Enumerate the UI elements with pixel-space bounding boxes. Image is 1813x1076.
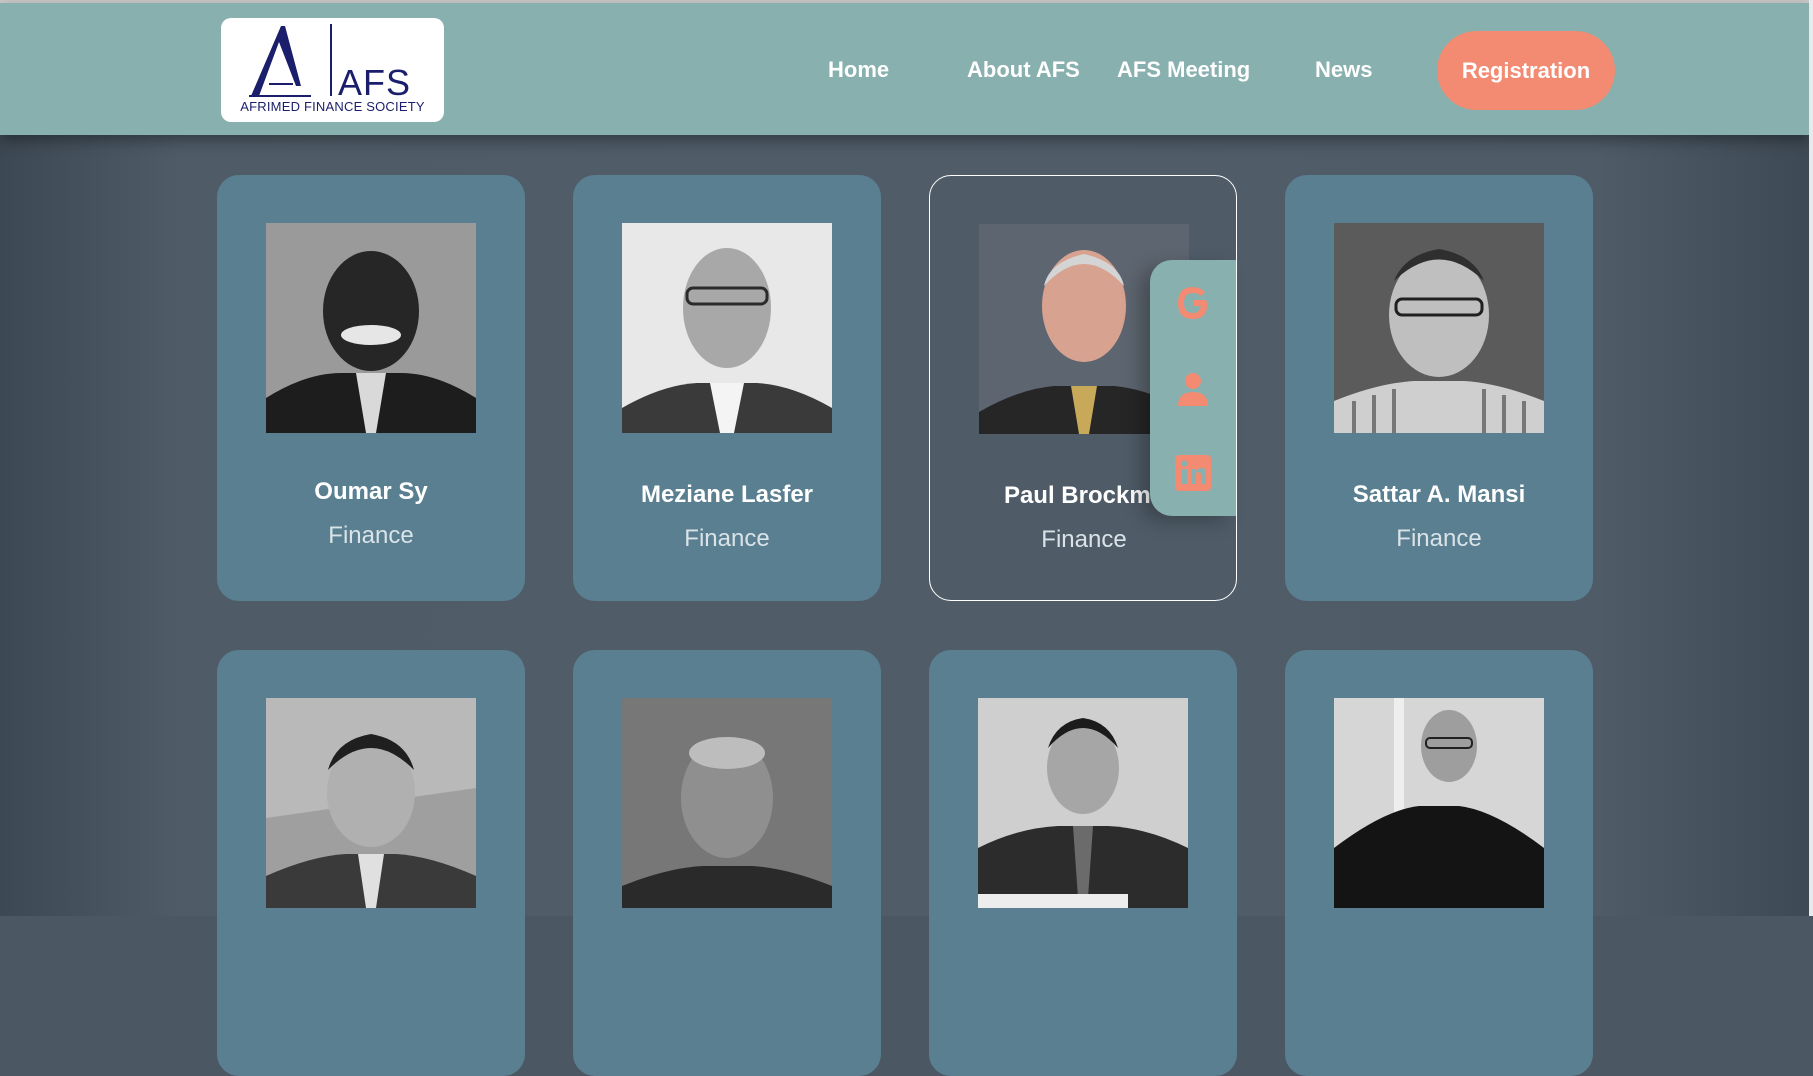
person-icon[interactable] (1174, 370, 1212, 408)
member-photo (622, 698, 832, 908)
member-photo (978, 698, 1188, 908)
member-department: Finance (684, 525, 770, 552)
member-card[interactable] (929, 650, 1237, 1076)
social-panel (1150, 260, 1236, 516)
member-department: Finance (328, 522, 414, 549)
member-name: Meziane Lasfer (640, 481, 814, 508)
member-name: Oumar Sy (314, 478, 428, 505)
member-card[interactable]: Sattar A. Mansi Finance (1285, 175, 1593, 601)
afs-logo[interactable]: AFS AFRIMED FINANCE SOCIETY (221, 18, 444, 122)
member-card[interactable]: Meziane Lasfer Finance (573, 175, 881, 601)
member-card[interactable] (217, 650, 525, 1076)
member-photo (622, 223, 832, 433)
nav-news[interactable]: News (1315, 57, 1372, 83)
member-photo (266, 698, 476, 908)
nav-home[interactable]: Home (828, 57, 889, 83)
window-scrollbar-edge (1809, 0, 1813, 916)
nav-about-afs[interactable]: About AFS (967, 57, 1080, 83)
member-photo (266, 223, 476, 433)
site-header: AFS AFRIMED FINANCE SOCIETY Home About A… (0, 3, 1809, 135)
member-card[interactable] (573, 650, 881, 1076)
registration-button[interactable]: Registration (1437, 31, 1615, 110)
member-card[interactable] (1285, 650, 1593, 1076)
member-department: Finance (1041, 526, 1127, 553)
member-department: Finance (1396, 525, 1482, 552)
member-photo (1334, 698, 1544, 908)
member-name: Sattar A. Mansi (1352, 481, 1526, 508)
member-card[interactable]: Oumar Sy Finance (217, 175, 525, 601)
member-photo (1334, 223, 1544, 433)
linkedin-icon[interactable] (1174, 454, 1212, 492)
logo-abbreviation: AFS (338, 62, 412, 103)
logo-caption: AFRIMED FINANCE SOCIETY (240, 99, 425, 114)
nav-afs-meeting[interactable]: AFS Meeting (1117, 57, 1250, 83)
google-icon[interactable] (1174, 284, 1212, 322)
